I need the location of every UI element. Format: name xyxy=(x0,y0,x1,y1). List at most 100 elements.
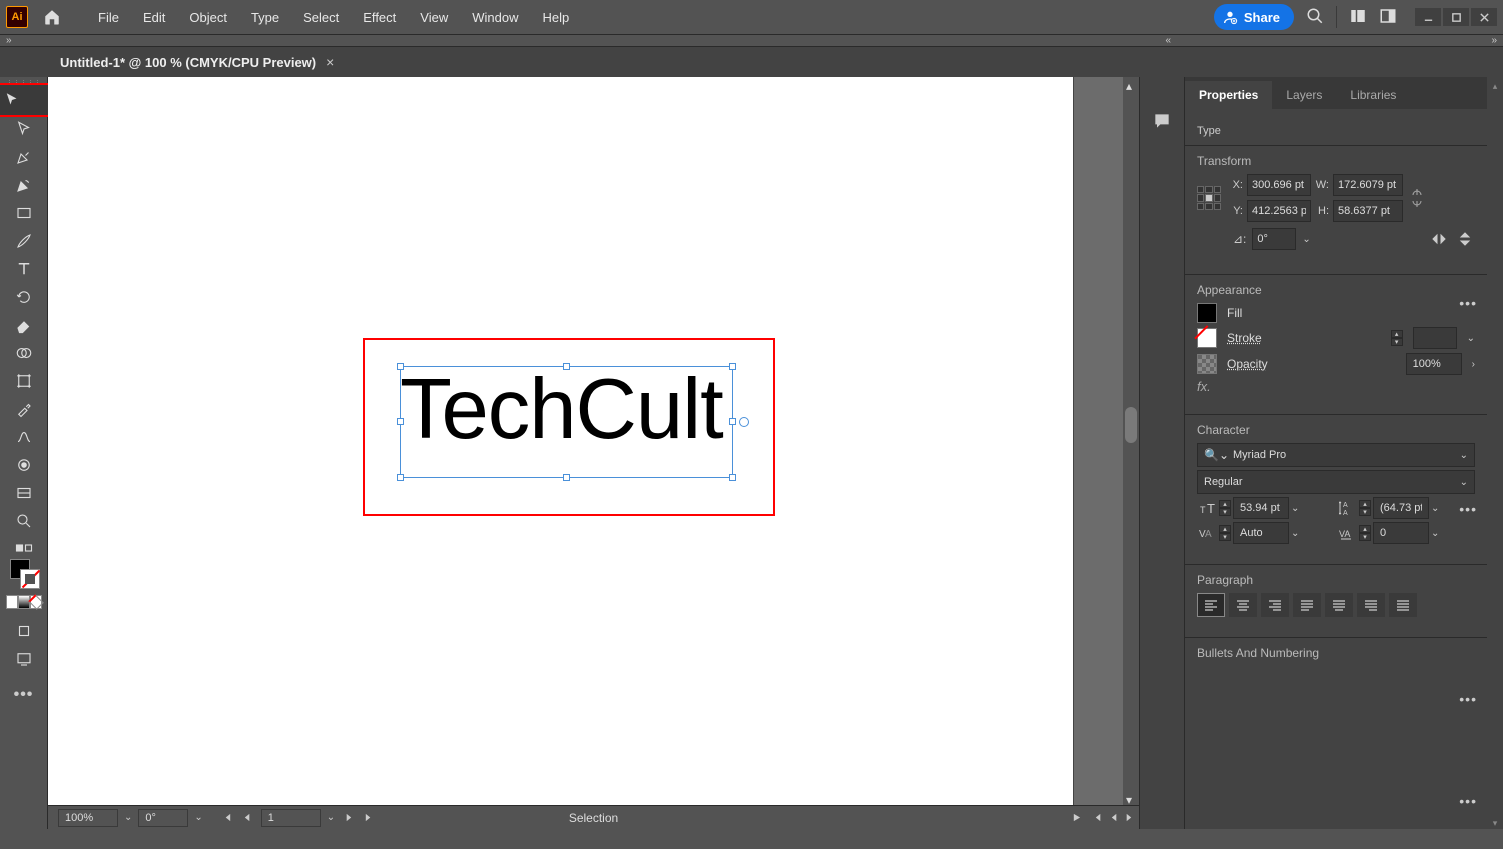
y-input[interactable] xyxy=(1247,200,1311,222)
flip-vertical-button[interactable] xyxy=(1455,229,1475,249)
flip-horizontal-button[interactable] xyxy=(1429,229,1449,249)
justify-right-button[interactable] xyxy=(1357,593,1385,617)
leading-dropdown-icon[interactable]: ⌄ xyxy=(1431,503,1439,514)
font-style-input[interactable] xyxy=(1204,476,1460,488)
kerning-input[interactable] xyxy=(1233,522,1289,544)
comments-panel-button[interactable] xyxy=(1152,111,1172,134)
edit-toolbar[interactable]: ••• xyxy=(8,681,40,709)
stroke-weight-dropdown-icon[interactable]: ⌄ xyxy=(1467,333,1475,344)
share-button[interactable]: Share xyxy=(1214,4,1294,30)
canvas-scroll-area[interactable]: TechCult xyxy=(48,77,1123,805)
drawing-mode-normal[interactable] xyxy=(8,617,40,645)
fx-button[interactable]: fx. xyxy=(1197,379,1211,394)
artboard[interactable]: TechCult xyxy=(48,77,1073,829)
expand-tools-chevron-icon[interactable]: » xyxy=(6,35,12,46)
rotate-dropdown-icon[interactable]: ⌄ xyxy=(194,812,202,823)
artboard-dropdown-icon[interactable]: ⌄ xyxy=(327,812,335,823)
appearance-more-icon[interactable]: ••• xyxy=(1459,501,1477,517)
align-left-button[interactable] xyxy=(1197,593,1225,617)
font-size-spinner[interactable]: ▴▾ xyxy=(1219,500,1231,516)
stroke-weight-spinner[interactable]: ▴▾ xyxy=(1391,330,1403,346)
status-play-icon[interactable] xyxy=(1069,811,1083,825)
font-family-input[interactable] xyxy=(1233,449,1460,461)
menu-object[interactable]: Object xyxy=(177,4,239,31)
menu-help[interactable]: Help xyxy=(530,4,581,31)
direct-selection-tool[interactable] xyxy=(8,115,40,143)
zoom-field[interactable]: 100% xyxy=(58,809,118,827)
reference-point-grid[interactable] xyxy=(1197,186,1221,210)
w-input[interactable] xyxy=(1333,174,1403,196)
tracking-dropdown-icon[interactable]: ⌄ xyxy=(1431,528,1439,539)
text-out-port[interactable] xyxy=(739,417,749,427)
opacity-swatch[interactable] xyxy=(1197,354,1217,374)
tab-libraries[interactable]: Libraries xyxy=(1336,81,1410,109)
last-artboard-button[interactable] xyxy=(361,811,375,825)
tab-layers[interactable]: Layers xyxy=(1272,81,1336,109)
menu-select[interactable]: Select xyxy=(291,4,351,31)
menu-effect[interactable]: Effect xyxy=(351,4,408,31)
h-input[interactable] xyxy=(1333,200,1403,222)
character-more-icon[interactable]: ••• xyxy=(1459,691,1477,707)
gradient-tool[interactable] xyxy=(8,423,40,451)
menu-window[interactable]: Window xyxy=(460,4,530,31)
font-size-dropdown-icon[interactable]: ⌄ xyxy=(1291,503,1299,514)
swap-fill-stroke[interactable] xyxy=(8,541,40,555)
rectangle-tool[interactable] xyxy=(8,199,40,227)
eraser-tool[interactable] xyxy=(8,311,40,339)
stroke-swatch[interactable] xyxy=(20,569,40,589)
vertical-scroll-thumb[interactable] xyxy=(1125,407,1137,443)
leading-input[interactable] xyxy=(1373,497,1429,519)
hand-tool[interactable] xyxy=(8,479,40,507)
hscroll-right-icon[interactable] xyxy=(1121,811,1135,825)
font-style-picker[interactable]: ⌄ xyxy=(1197,470,1475,494)
paragraph-more-icon[interactable]: ••• xyxy=(1459,793,1477,809)
menu-type[interactable]: Type xyxy=(239,4,291,31)
constrain-proportions-icon[interactable] xyxy=(1407,187,1427,209)
status-back-icon[interactable] xyxy=(1091,811,1105,825)
document-tab[interactable]: Untitled-1* @ 100 % (CMYK/CPU Preview) × xyxy=(50,50,344,74)
zoom-dropdown-icon[interactable]: ⌄ xyxy=(124,812,132,823)
shape-builder-tool[interactable] xyxy=(8,339,40,367)
rotate-view-field[interactable]: 0° xyxy=(138,809,188,827)
fill-stroke-indicator[interactable] xyxy=(8,559,40,589)
type-tool[interactable] xyxy=(8,255,40,283)
kerning-spinner[interactable]: ▴▾ xyxy=(1219,525,1231,541)
leading-spinner[interactable]: ▴▾ xyxy=(1359,500,1371,516)
hscroll-left-icon[interactable] xyxy=(1107,811,1121,825)
tab-properties[interactable]: Properties xyxy=(1185,81,1272,109)
width-tool[interactable] xyxy=(8,451,40,479)
selection-tool[interactable] xyxy=(0,85,53,115)
stroke-weight-input[interactable] xyxy=(1413,327,1457,349)
opacity-input[interactable] xyxy=(1406,353,1462,375)
close-tab-icon[interactable]: × xyxy=(326,54,334,70)
scroll-down-icon[interactable]: ▾ xyxy=(1126,793,1136,803)
home-button[interactable] xyxy=(38,3,66,31)
close-window-button[interactable] xyxy=(1471,8,1497,26)
font-size-input[interactable] xyxy=(1233,497,1289,519)
expand-panel-chevron-icon[interactable]: » xyxy=(1491,35,1497,46)
stroke-color-swatch[interactable] xyxy=(1197,328,1217,348)
menu-view[interactable]: View xyxy=(408,4,460,31)
arrange-documents-button[interactable] xyxy=(1349,7,1367,28)
eyedropper-tool[interactable] xyxy=(8,395,40,423)
rotation-dropdown-icon[interactable]: ⌄ xyxy=(1302,234,1310,245)
font-style-dropdown-icon[interactable]: ⌄ xyxy=(1460,477,1468,488)
pen-tool[interactable] xyxy=(8,143,40,171)
paintbrush-tool[interactable] xyxy=(8,227,40,255)
panel-scroll-down-icon[interactable]: ▾ xyxy=(1493,818,1498,829)
tracking-spinner[interactable]: ▴▾ xyxy=(1359,525,1371,541)
x-input[interactable] xyxy=(1247,174,1311,196)
menu-file[interactable]: File xyxy=(86,4,131,31)
justify-center-button[interactable] xyxy=(1325,593,1353,617)
transform-more-icon[interactable]: ••• xyxy=(1459,295,1477,311)
fill-color-swatch[interactable] xyxy=(1197,303,1217,323)
artboard-tool[interactable] xyxy=(8,367,40,395)
maximize-button[interactable] xyxy=(1443,8,1469,26)
font-family-dropdown-icon[interactable]: ⌄ xyxy=(1460,450,1468,461)
expand-midpanel-chevron-icon[interactable]: « xyxy=(1165,35,1171,46)
minimize-button[interactable] xyxy=(1415,8,1441,26)
prev-artboard-button[interactable] xyxy=(241,811,255,825)
curvature-tool[interactable] xyxy=(8,171,40,199)
vertical-scrollbar[interactable]: ▴ ▾ xyxy=(1123,77,1139,805)
search-button[interactable] xyxy=(1306,7,1324,28)
